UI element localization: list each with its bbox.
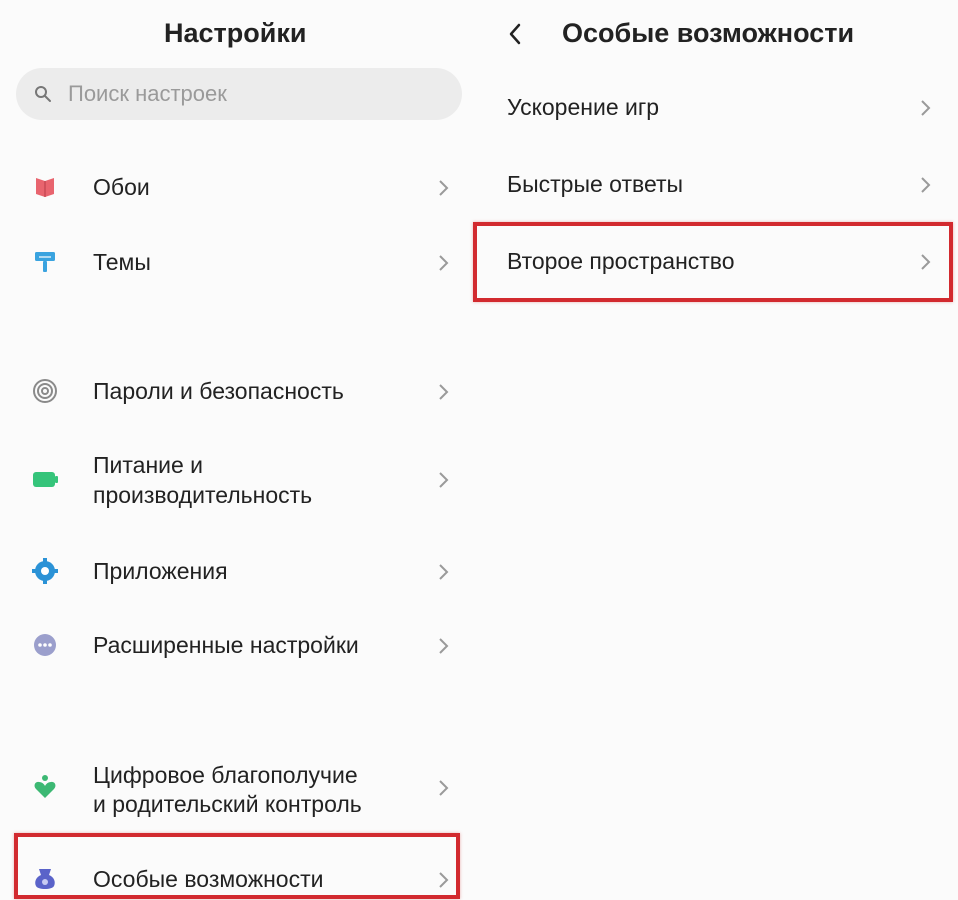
page-title: Настройки — [164, 18, 307, 48]
menu-item-label: Быстрые ответы — [507, 171, 684, 197]
accessibility-panel: Особые возможности Ускорение игр Быстрые… — [470, 0, 958, 900]
settings-panel: Настройки Поиск настроек Обои Темы Парол… — [0, 0, 470, 900]
settings-item-passwords-security[interactable]: Пароли и безопасность — [0, 374, 470, 408]
chevron-right-icon — [439, 472, 449, 488]
back-arrow-icon[interactable] — [508, 22, 522, 46]
chevron-right-icon — [439, 780, 449, 796]
battery-icon — [33, 472, 58, 487]
search-input[interactable]: Поиск настроек — [68, 81, 227, 107]
settings-item-apps[interactable]: Приложения — [0, 554, 470, 588]
settings-item-label: Цифровое благополучие — [93, 762, 358, 788]
highlight-frame — [473, 222, 953, 302]
chevron-right-icon — [921, 177, 931, 193]
heart-icon — [34, 775, 56, 798]
highlight-frame — [14, 833, 460, 899]
more-icon — [34, 634, 56, 656]
chevron-right-icon — [439, 180, 449, 196]
search-bar[interactable]: Поиск настроек — [16, 68, 462, 120]
wallpaper-icon — [36, 178, 54, 197]
settings-item-digital-wellbeing[interactable]: Цифровое благополучие и родительский кон… — [0, 758, 470, 820]
chevron-right-icon — [439, 384, 449, 400]
settings-item-label: Приложения — [93, 558, 228, 584]
chevron-right-icon — [921, 100, 931, 116]
settings-item-label: Расширенные настройки — [93, 632, 359, 658]
fingerprint-icon — [33, 379, 57, 403]
settings-item-battery-performance[interactable]: Питание и производительность — [0, 450, 470, 512]
settings-item-label-line2: и родительский контроль — [93, 791, 362, 817]
settings-item-label-line2: производительность — [93, 482, 313, 508]
settings-item-advanced[interactable]: Расширенные настройки — [0, 628, 470, 662]
settings-item-label: Питание и — [93, 452, 204, 478]
chevron-right-icon — [439, 564, 449, 580]
chevron-right-icon — [439, 638, 449, 654]
menu-item-quick-replies[interactable]: Быстрые ответы — [470, 157, 958, 213]
page-title: Особые возможности — [562, 18, 855, 48]
themes-icon — [35, 252, 55, 272]
menu-item-label: Ускорение игр — [507, 94, 660, 120]
gear-icon — [32, 558, 58, 584]
settings-item-label: Темы — [93, 249, 151, 275]
chevron-right-icon — [439, 255, 449, 271]
settings-item-wallpaper[interactable]: Обои — [0, 170, 470, 204]
search-icon — [35, 86, 51, 102]
settings-item-label: Обои — [93, 174, 150, 200]
settings-item-label: Пароли и безопасность — [93, 378, 344, 404]
menu-item-game-turbo[interactable]: Ускорение игр — [470, 80, 958, 136]
settings-item-themes[interactable]: Темы — [0, 245, 470, 279]
